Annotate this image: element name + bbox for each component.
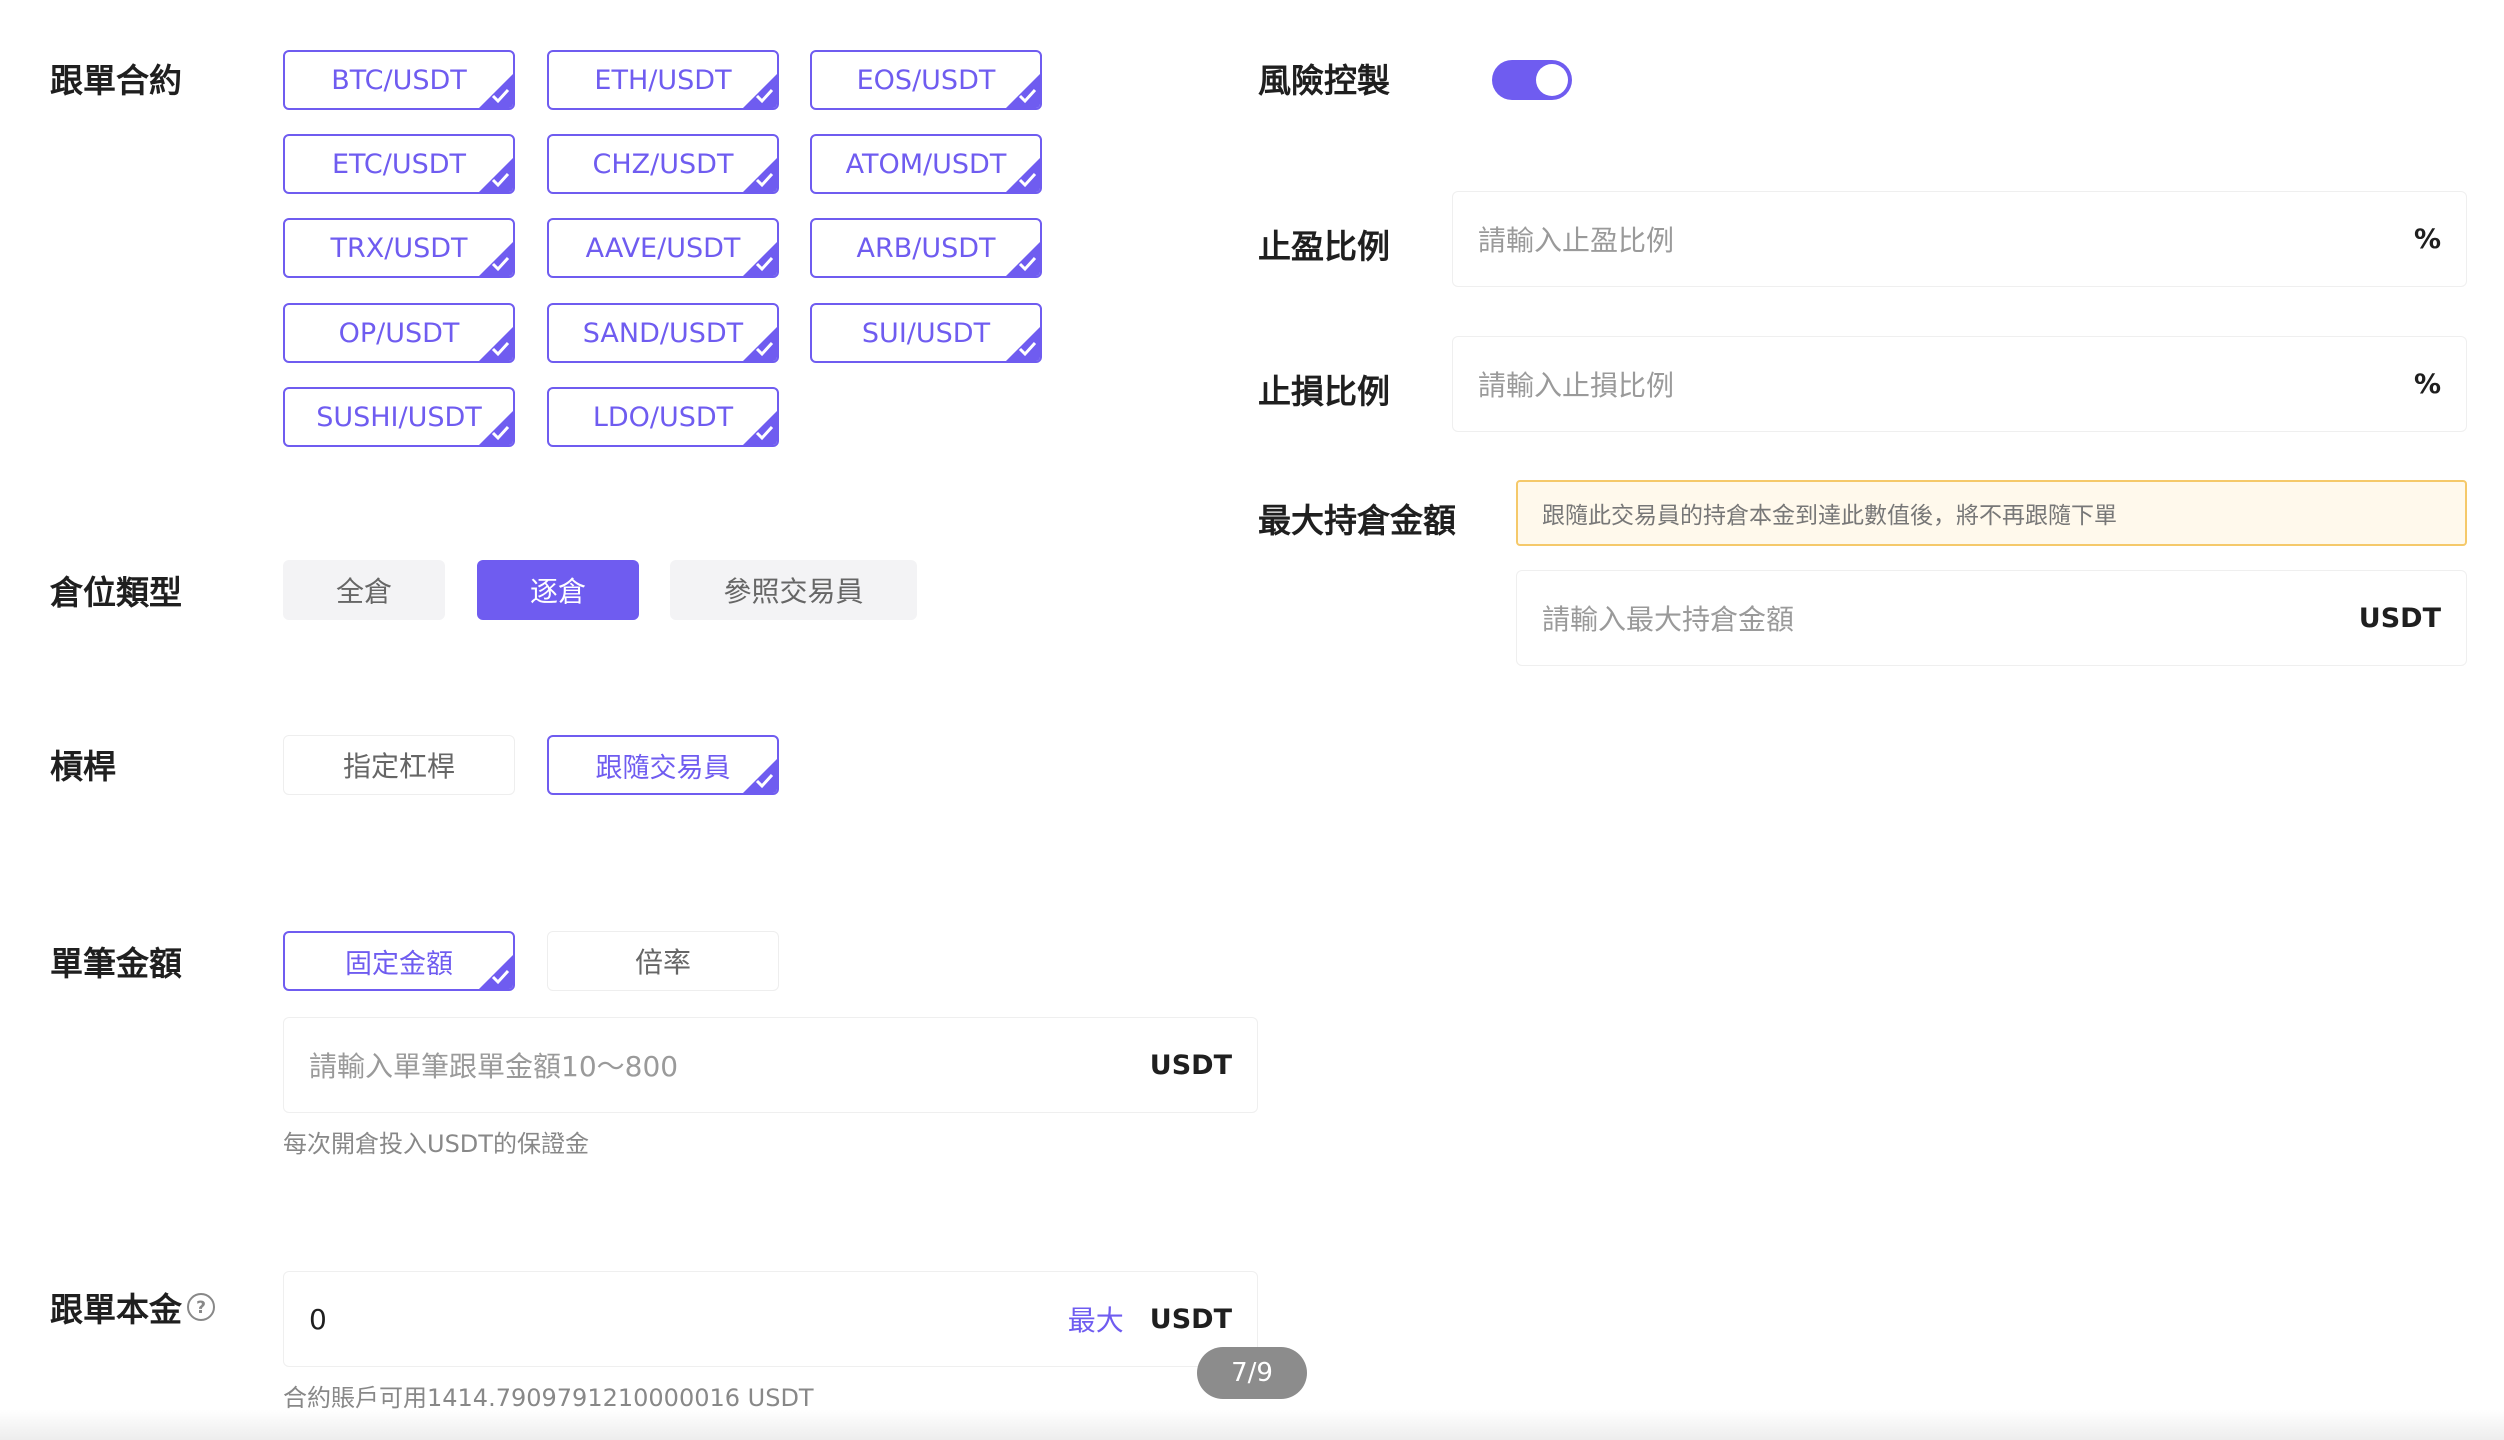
contract-chip-label: OP/USDT	[338, 317, 460, 349]
stop-loss-label: 止損比例	[1258, 372, 1390, 411]
take-profit-input[interactable]: 請輸入止盈比例 %	[1452, 191, 2467, 287]
single-amount-ratio-option[interactable]: 倍率	[547, 931, 779, 991]
check-icon	[1006, 327, 1040, 361]
contract-chip-label: ETH/USDT	[594, 64, 732, 96]
risk-control-toggle[interactable]	[1492, 60, 1572, 100]
principal-input[interactable]: 0 最大 USDT	[283, 1271, 1258, 1367]
bottom-shadow	[0, 1410, 2504, 1440]
contract-chip-label: CHZ/USDT	[592, 148, 734, 180]
contract-chip[interactable]: BTC/USDT	[283, 50, 515, 110]
stop-loss-placeholder: 請輸入止損比例	[1478, 369, 1675, 402]
check-icon	[743, 759, 777, 793]
check-icon	[743, 242, 777, 276]
contract-chip-label: ARB/USDT	[856, 232, 996, 264]
contract-chip[interactable]: ETC/USDT	[283, 134, 515, 194]
contract-chip[interactable]: OP/USDT	[283, 303, 515, 363]
single-amount-placeholder: 請輸入單筆跟單金額10～800	[309, 1050, 679, 1083]
contract-chip[interactable]: ATOM/USDT	[810, 134, 1042, 194]
contract-chip-label: SAND/USDT	[582, 317, 744, 349]
check-icon	[1006, 74, 1040, 108]
single-amount-label: 單筆金額	[50, 944, 182, 983]
principal-value: 0	[309, 1302, 327, 1336]
check-icon	[743, 74, 777, 108]
contracts-label: 跟單合約	[50, 61, 182, 100]
max-position-notice: 跟隨此交易員的持倉本金到達此數值後，將不再跟隨下單	[1516, 480, 2467, 546]
contract-chip[interactable]: SUSHI/USDT	[283, 387, 515, 447]
take-profit-unit: %	[2413, 223, 2441, 255]
svg-text:?: ?	[196, 1298, 206, 1318]
contract-chip[interactable]: ETH/USDT	[547, 50, 779, 110]
check-icon	[1006, 158, 1040, 192]
position-type-label: 倉位類型	[50, 573, 182, 612]
max-position-unit: USDT	[2358, 602, 2441, 634]
contract-chip-label: SUI/USDT	[861, 317, 991, 349]
principal-max-button[interactable]: 最大	[1068, 1299, 1124, 1339]
check-icon	[743, 327, 777, 361]
principal-label-row: 跟單本金 ?	[50, 1283, 216, 1331]
contract-chip-label: TRX/USDT	[330, 232, 468, 264]
position-type-cross[interactable]: 全倉	[283, 560, 445, 620]
question-circle-icon[interactable]: ?	[186, 1292, 216, 1322]
contract-chip[interactable]: TRX/USDT	[283, 218, 515, 278]
contract-chip-label: LDO/USDT	[592, 401, 734, 433]
principal-label: 跟單本金	[50, 1290, 182, 1329]
contract-chip[interactable]: SAND/USDT	[547, 303, 779, 363]
max-position-input[interactable]: 請輸入最大持倉金額 USDT	[1516, 570, 2467, 666]
position-type-follow-trader[interactable]: 參照交易員	[670, 560, 917, 620]
contract-chip-label: AAVE/USDT	[585, 232, 741, 264]
stop-loss-unit: %	[2413, 368, 2441, 400]
contract-chip[interactable]: AAVE/USDT	[547, 218, 779, 278]
single-amount-unit: USDT	[1149, 1049, 1232, 1081]
leverage-label: 槓桿	[50, 747, 116, 786]
contract-chip[interactable]: ARB/USDT	[810, 218, 1042, 278]
contract-chip-label: EOS/USDT	[856, 64, 996, 96]
max-position-label: 最大持倉金額	[1258, 501, 1456, 540]
take-profit-label: 止盈比例	[1258, 227, 1390, 266]
principal-unit: USDT	[1149, 1303, 1232, 1335]
contract-chip-label: SUSHI/USDT	[316, 401, 482, 433]
single-amount-fixed-label: 固定金額	[345, 948, 453, 980]
single-amount-hint: 每次開倉投入USDT的保證金	[283, 1130, 589, 1158]
risk-control-label: 風險控製	[1258, 61, 1390, 100]
single-amount-input[interactable]: 請輸入單筆跟單金額10～800 USDT	[283, 1017, 1258, 1113]
check-icon	[479, 327, 513, 361]
check-icon	[479, 74, 513, 108]
contract-chip[interactable]: CHZ/USDT	[547, 134, 779, 194]
stop-loss-input[interactable]: 請輸入止損比例 %	[1452, 336, 2467, 432]
leverage-follow-label: 跟隨交易員	[595, 752, 731, 784]
take-profit-placeholder: 請輸入止盈比例	[1478, 224, 1675, 257]
position-type-isolated[interactable]: 逐倉	[477, 560, 639, 620]
check-icon	[1006, 242, 1040, 276]
check-icon	[479, 411, 513, 445]
contract-chip-label: BTC/USDT	[331, 64, 467, 96]
principal-available: 合約賬戶可用1414.7909791210000016 USDT	[283, 1384, 814, 1412]
check-icon	[743, 411, 777, 445]
max-position-placeholder: 請輸入最大持倉金額	[1542, 603, 1795, 636]
check-icon	[479, 158, 513, 192]
contract-chip[interactable]: EOS/USDT	[810, 50, 1042, 110]
leverage-follow-option[interactable]: 跟隨交易員	[547, 735, 779, 795]
contract-chip[interactable]: SUI/USDT	[810, 303, 1042, 363]
contract-chip[interactable]: LDO/USDT	[547, 387, 779, 447]
single-amount-fixed-option[interactable]: 固定金額	[283, 931, 515, 991]
toggle-knob	[1536, 64, 1568, 96]
contract-chip-label: ATOM/USDT	[845, 148, 1007, 180]
check-icon	[479, 955, 513, 989]
leverage-custom-option[interactable]: 指定杠桿	[283, 735, 515, 795]
check-icon	[479, 242, 513, 276]
pager-indicator: 7/9	[1197, 1347, 1307, 1399]
contract-chip-label: ETC/USDT	[331, 148, 467, 180]
check-icon	[743, 158, 777, 192]
